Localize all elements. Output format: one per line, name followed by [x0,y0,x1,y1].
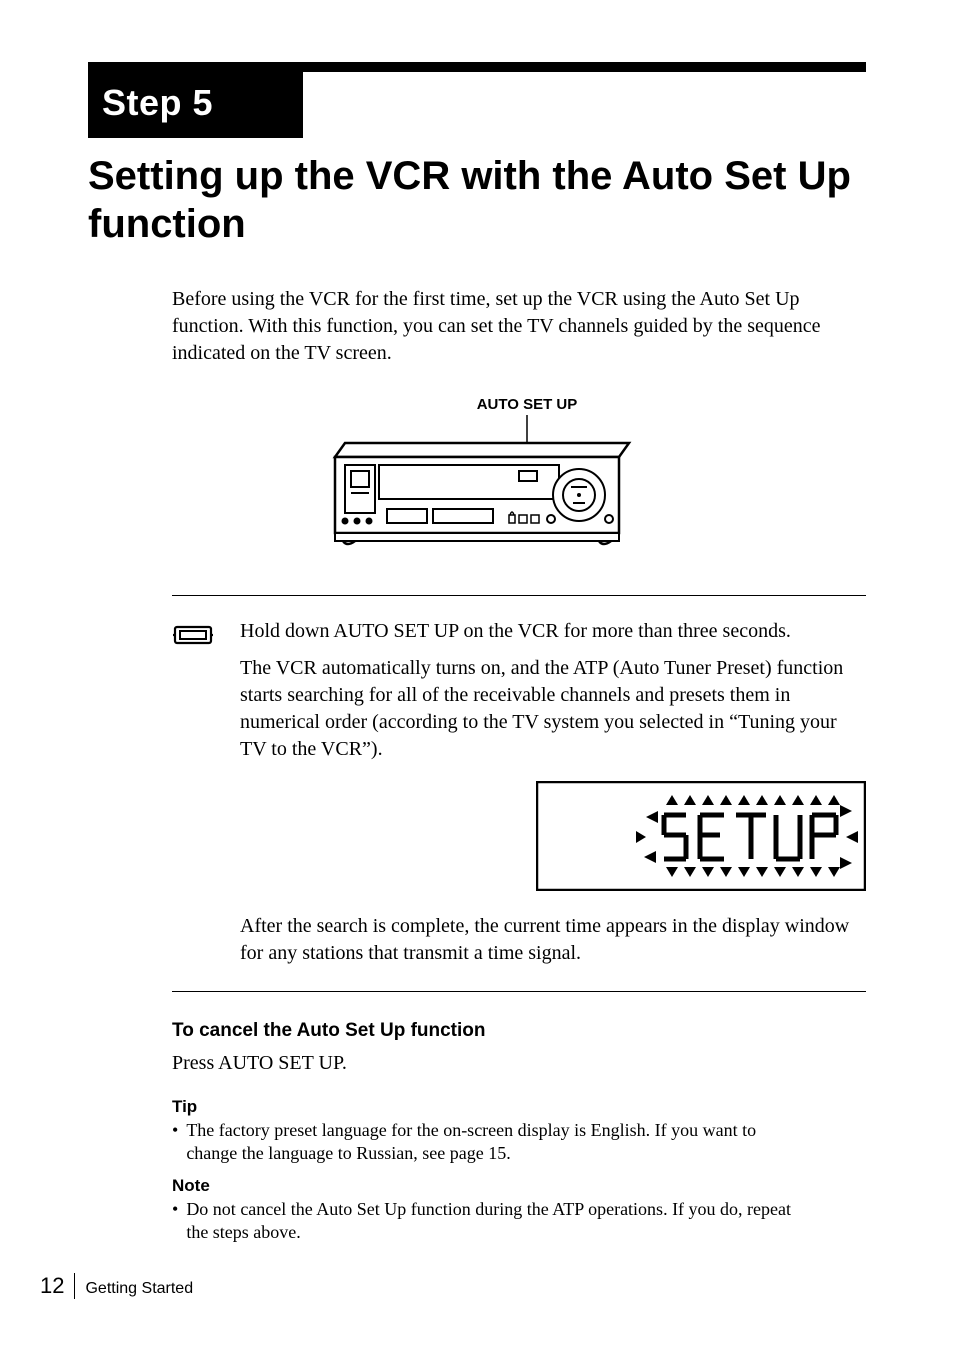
vcr-unit-icon [172,618,214,977]
bullet-dot: • [172,1119,178,1166]
note-heading: Note [172,1176,866,1196]
footer-section: Getting Started [85,1280,193,1298]
cancel-body: Press AUTO SET UP. [172,1050,866,1077]
note-text: Do not cancel the Auto Set Up function d… [186,1198,806,1245]
page-number: 12 [40,1273,64,1299]
step-badge: Step 5 [88,72,303,138]
vcr-diagram: AUTO SET UP [88,395,866,565]
diagram-label: AUTO SET UP [477,396,578,413]
tip-text: The factory preset language for the on-s… [186,1119,806,1166]
display-window [240,781,866,891]
instruction-p3: After the search is complete, the curren… [240,913,866,967]
bullet-dot: • [172,1198,178,1245]
cancel-heading: To cancel the Auto Set Up function [172,1020,866,1042]
instruction-p2: The VCR automatically turns on, and the … [240,655,866,763]
page-title: Setting up the VCR with the Auto Set Up … [88,152,866,248]
divider-2 [172,991,866,992]
instruction-p1: Hold down AUTO SET UP on the VCR for mor… [240,618,866,645]
tip-bullet: • The factory preset language for the on… [172,1119,866,1166]
divider [172,595,866,596]
instruction-block: Hold down AUTO SET UP on the VCR for mor… [172,618,866,977]
instruction-text: Hold down AUTO SET UP on the VCR for mor… [240,618,866,977]
footer-separator [74,1273,75,1299]
tip-heading: Tip [172,1097,866,1117]
note-bullet: • Do not cancel the Auto Set Up function… [172,1198,866,1245]
step-row: Step 5 [88,72,866,138]
vcr-svg: AUTO SET UP [317,395,637,565]
page-footer: 12 Getting Started [40,1273,866,1299]
top-rule [88,62,866,72]
intro-paragraph: Before using the VCR for the first time,… [172,286,866,367]
